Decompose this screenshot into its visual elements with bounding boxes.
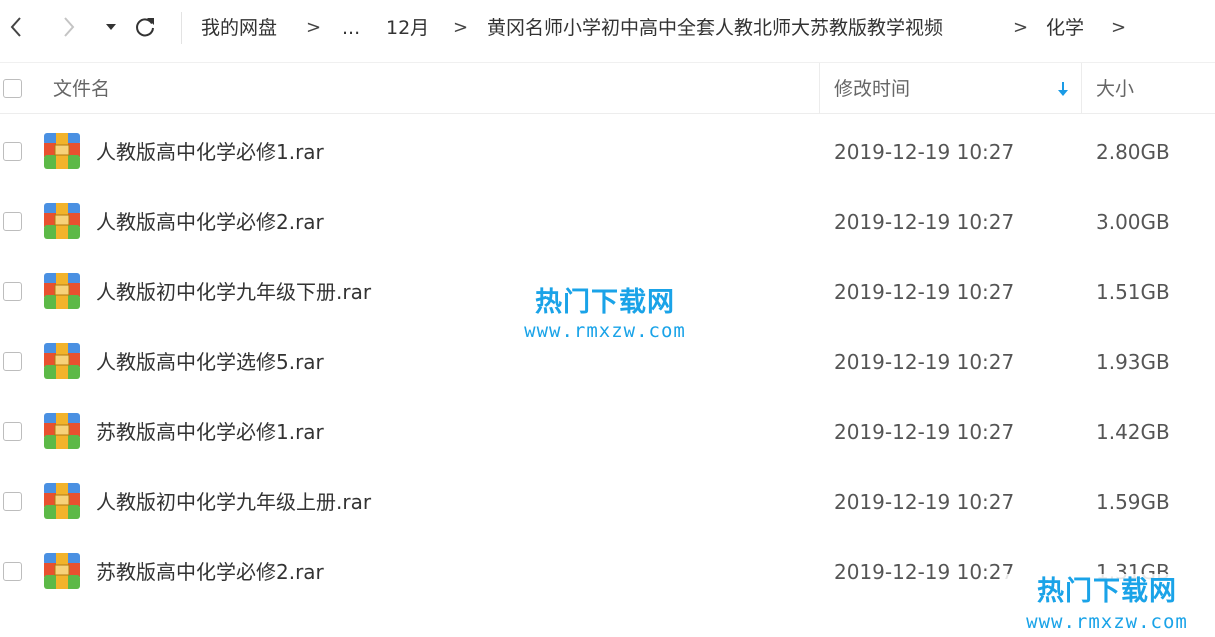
file-modified-time: 2019-12-19 10:27 [834, 280, 1015, 304]
file-modified-time: 2019-12-19 10:27 [834, 420, 1015, 444]
file-name[interactable]: 苏教版高中化学必修2.rar [96, 536, 324, 608]
file-modified-time: 2019-12-19 10:27 [834, 490, 1015, 514]
breadcrumb-item-collection[interactable]: 黄冈名师小学初中高中全套人教北师大苏教版教学视频 [487, 13, 943, 43]
file-name[interactable]: 人教版高中化学必修2.rar [96, 186, 324, 258]
chevron-right-icon [64, 17, 75, 37]
row-checkbox[interactable] [3, 422, 22, 441]
breadcrumb-item-ellipsis[interactable]: ... [342, 13, 360, 43]
file-row[interactable]: 苏教版高中化学必修1.rar 2019-12-19 10:27 1.42GB [0, 396, 1215, 466]
chevron-left-icon [10, 17, 21, 37]
breadcrumb-separator: > [1013, 17, 1029, 38]
file-modified-time: 2019-12-19 10:27 [834, 350, 1015, 374]
file-name[interactable]: 人教版高中化学选修5.rar [96, 326, 324, 398]
refresh-button[interactable] [133, 12, 157, 42]
file-row[interactable]: 人教版高中化学必修1.rar 2019-12-19 10:27 2.80GB [0, 116, 1215, 186]
file-modified-time: 2019-12-19 10:27 [834, 140, 1015, 164]
column-divider[interactable] [819, 63, 820, 114]
forward-button[interactable] [57, 12, 81, 42]
breadcrumb-item-month[interactable]: 12月 [386, 13, 429, 43]
column-header-name[interactable]: 文件名 [53, 63, 110, 115]
file-modified-time: 2019-12-19 10:27 [834, 210, 1015, 234]
breadcrumb-item-root[interactable]: 我的网盘 [201, 13, 277, 43]
rar-archive-icon [44, 343, 80, 379]
file-row[interactable]: 人教版高中化学必修2.rar 2019-12-19 10:27 3.00GB [0, 186, 1215, 256]
column-divider[interactable] [1081, 63, 1082, 114]
breadcrumb-separator: > [1111, 17, 1127, 38]
rar-archive-icon [44, 273, 80, 309]
file-size: 1.51GB [1096, 280, 1170, 304]
rar-archive-icon [44, 553, 80, 589]
file-name[interactable]: 苏教版高中化学必修1.rar [96, 396, 324, 468]
column-header-modified[interactable]: 修改时间 [834, 63, 910, 115]
file-size: 1.42GB [1096, 420, 1170, 444]
row-checkbox[interactable] [3, 562, 22, 581]
file-size: 1.31GB [1096, 560, 1170, 584]
arrow-down-icon[interactable] [1053, 77, 1073, 101]
caret-down-icon [106, 24, 116, 30]
nav-divider [181, 12, 182, 44]
rar-archive-icon [44, 203, 80, 239]
file-size: 1.59GB [1096, 490, 1170, 514]
navigation-bar: 我的网盘 > ... 12月 > 黄冈名师小学初中高中全套人教北师大苏教版教学视… [0, 0, 1215, 56]
file-name[interactable]: 人教版初中化学九年级上册.rar [96, 466, 371, 538]
refresh-icon [136, 18, 154, 37]
file-modified-time: 2019-12-19 10:27 [834, 560, 1015, 584]
row-checkbox[interactable] [3, 492, 22, 511]
file-row[interactable]: 人教版高中化学选修5.rar 2019-12-19 10:27 1.93GB [0, 326, 1215, 396]
file-name[interactable]: 人教版初中化学九年级下册.rar [96, 256, 371, 328]
file-row[interactable]: 苏教版高中化学必修2.rar 2019-12-19 10:27 1.31GB [0, 536, 1215, 606]
rar-archive-icon [44, 133, 80, 169]
file-size: 2.80GB [1096, 140, 1170, 164]
breadcrumb-separator: > [306, 17, 322, 38]
breadcrumb-item-current[interactable]: 化学 [1046, 13, 1084, 43]
file-size: 1.93GB [1096, 350, 1170, 374]
watermark-url: www.rmxzw.com [1026, 611, 1188, 633]
back-button[interactable] [4, 12, 28, 42]
row-checkbox[interactable] [3, 352, 22, 371]
rar-archive-icon [44, 413, 80, 449]
file-row[interactable]: 人教版初中化学九年级下册.rar 2019-12-19 10:27 1.51GB [0, 256, 1215, 326]
breadcrumb-separator: > [453, 17, 469, 38]
rar-archive-icon [44, 483, 80, 519]
file-list-header: 文件名 修改时间 大小 [0, 62, 1215, 114]
row-checkbox[interactable] [3, 212, 22, 231]
column-header-size[interactable]: 大小 [1096, 63, 1134, 115]
file-size: 3.00GB [1096, 210, 1170, 234]
row-checkbox[interactable] [3, 282, 22, 301]
history-dropdown-button[interactable] [99, 12, 123, 42]
file-row[interactable]: 人教版初中化学九年级上册.rar 2019-12-19 10:27 1.59GB [0, 466, 1215, 536]
file-name[interactable]: 人教版高中化学必修1.rar [96, 116, 324, 188]
row-checkbox[interactable] [3, 142, 22, 161]
select-all-checkbox[interactable] [3, 79, 22, 98]
